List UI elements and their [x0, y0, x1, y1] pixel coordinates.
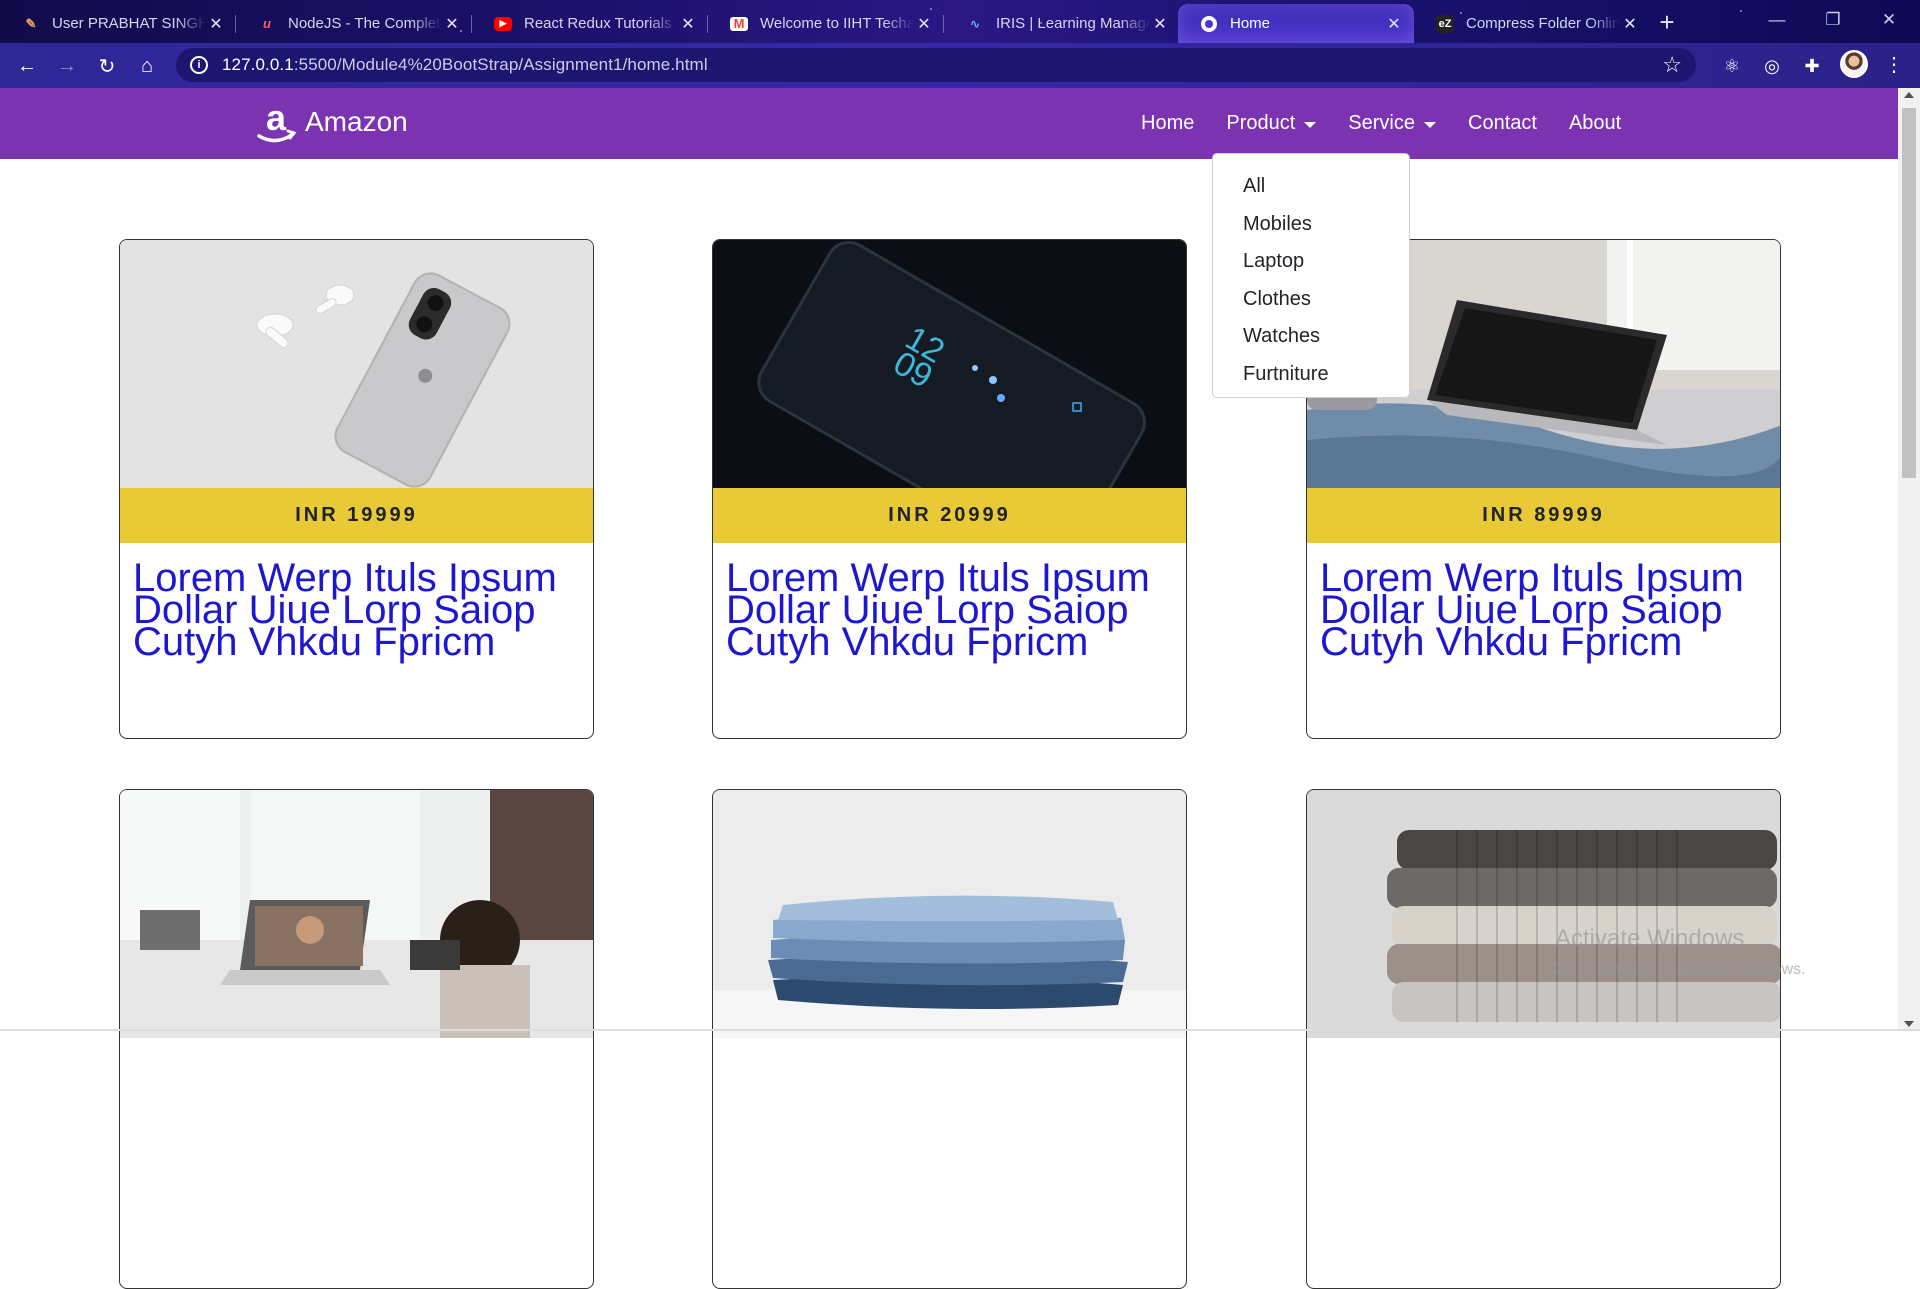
- tab-title: User PRABHAT SINGH: [52, 15, 206, 32]
- url-text: 127.0.0.1:5500/Module4%20BootStrap/Assig…: [222, 55, 708, 75]
- watermark-subtitle: Go to Settings to activate Windows.: [1553, 961, 1806, 978]
- gmail-icon: M: [730, 16, 748, 31]
- product-image-kid-laptop: [120, 790, 593, 1038]
- close-icon[interactable]: ✕: [678, 14, 698, 34]
- extension-target-icon[interactable]: ◎: [1760, 54, 1784, 78]
- back-button[interactable]: ←: [12, 51, 42, 81]
- youtube-icon: ▶: [494, 16, 512, 31]
- tab-title: IRIS | Learning Manage: [996, 15, 1150, 32]
- brand-name: Amazon: [305, 106, 408, 137]
- url-host: 127.0.0.1: [222, 55, 294, 74]
- profile-avatar[interactable]: [1840, 50, 1868, 78]
- svg-text:a: a: [266, 100, 287, 138]
- close-icon[interactable]: ✕: [1620, 14, 1640, 34]
- price-bar: INR 19999: [120, 488, 593, 543]
- nav-about-link[interactable]: About: [1569, 112, 1621, 135]
- dropdown-item-laptop[interactable]: Laptop: [1213, 243, 1409, 281]
- scroll-down-arrow-icon[interactable]: [1904, 1021, 1914, 1027]
- product-card[interactable]: [712, 789, 1187, 1289]
- browser-tab[interactable]: eZ Compress Folder Onlin ✕: [1414, 4, 1650, 43]
- ezyzip-icon: eZ: [1436, 14, 1454, 33]
- scroll-up-arrow-icon[interactable]: [1904, 92, 1914, 98]
- product-description[interactable]: Lorem Werp Ituls Ipsum Dollar Uiue Lorp …: [133, 558, 583, 662]
- nav-contact-link[interactable]: Contact: [1468, 112, 1537, 135]
- caret-down-icon: [1424, 121, 1436, 128]
- close-icon[interactable]: ✕: [914, 14, 934, 34]
- tab-title: Welcome to IIHT Techa: [760, 15, 914, 32]
- browser-tab[interactable]: ▶ React Redux Tutorials ✕: [472, 4, 708, 43]
- activate-windows-watermark: Activate Windows Go to Settings to activ…: [1553, 925, 1806, 979]
- extensions-puzzle-icon[interactable]: ✚: [1800, 54, 1824, 78]
- browser-tab-active[interactable]: Home ✕: [1178, 4, 1414, 43]
- tab-title: Compress Folder Onlin: [1466, 15, 1620, 32]
- nav-about-label: About: [1568, 112, 1622, 134]
- site-navbar: a Amazon Home Product Service Contact Ab…: [0, 88, 1898, 159]
- nav-service-label: Service: [1348, 112, 1415, 134]
- product-card[interactable]: 12 09 INR 20999 Lorem Werp Ituls Ipsum D…: [712, 239, 1187, 739]
- nav-home-link[interactable]: Home: [1141, 112, 1194, 135]
- url-path: :5500/Module4%20BootStrap/Assignment1/ho…: [293, 55, 708, 74]
- forward-button[interactable]: →: [52, 51, 82, 81]
- price-bar: INR 89999: [1307, 488, 1780, 543]
- product-card[interactable]: [1306, 789, 1781, 1289]
- nav-contact-label: Contact: [1468, 112, 1537, 134]
- browser-tab[interactable]: u NodeJS - The Complete ✕: [236, 4, 472, 43]
- watermark-title: Activate Windows: [1555, 925, 1745, 952]
- close-icon[interactable]: ✕: [442, 14, 462, 34]
- bookmark-star-icon[interactable]: ☆: [1662, 52, 1682, 78]
- scrollbar-thumb[interactable]: [1902, 108, 1916, 478]
- tab-title: React Redux Tutorials: [524, 15, 672, 32]
- site-info-icon[interactable]: i: [190, 56, 208, 74]
- browser-tab[interactable]: M Welcome to IIHT Techa ✕: [708, 4, 944, 43]
- product-description[interactable]: Lorem Werp Ituls Ipsum Dollar Uiue Lorp …: [726, 558, 1176, 662]
- product-card[interactable]: INR 19999 Lorem Werp Ituls Ipsum Dollar …: [119, 239, 594, 739]
- price-bar: INR 20999: [713, 488, 1186, 543]
- reload-button[interactable]: ↻: [92, 51, 122, 81]
- react-devtools-icon[interactable]: ⚛: [1720, 54, 1744, 78]
- vertical-scrollbar[interactable]: [1898, 88, 1920, 1031]
- dropdown-item-all[interactable]: All: [1213, 168, 1409, 206]
- minimize-button[interactable]: —: [1749, 0, 1805, 40]
- dropdown-item-watches[interactable]: Watches: [1213, 318, 1409, 356]
- close-icon[interactable]: ✕: [1150, 14, 1170, 34]
- nav-product-label: Product: [1226, 112, 1296, 134]
- iris-icon: ∿: [969, 16, 981, 31]
- home-icon[interactable]: ⌂: [132, 51, 162, 81]
- globe-icon: [1200, 15, 1218, 33]
- tab-title: Home: [1230, 15, 1271, 32]
- browser-tab[interactable]: ∿ IRIS | Learning Manage ✕: [944, 4, 1180, 43]
- browser-tab[interactable]: ✎ User PRABHAT SINGH ✕: [0, 4, 236, 43]
- dropdown-item-clothes[interactable]: Clothes: [1213, 281, 1409, 319]
- nav-links: Home Product Service Contact About: [1141, 112, 1653, 135]
- restore-button[interactable]: ❐: [1805, 0, 1861, 40]
- product-dropdown-menu: All Mobiles Laptop Clothes Watches Furtn…: [1212, 153, 1410, 398]
- user-icon: ✎: [25, 15, 37, 31]
- product-description[interactable]: Lorem Werp Ituls Ipsum Dollar Uiue Lorp …: [1320, 558, 1770, 662]
- close-icon[interactable]: ✕: [206, 14, 226, 34]
- new-tab-button[interactable]: +: [1652, 8, 1682, 38]
- brand[interactable]: a Amazon: [255, 100, 408, 144]
- url-input[interactable]: i 127.0.0.1:5500/Module4%20BootStrap/Ass…: [176, 48, 1696, 82]
- close-window-button[interactable]: ✕: [1861, 0, 1917, 40]
- dropdown-item-furniture[interactable]: Furtniture: [1213, 356, 1409, 394]
- menu-kebab-icon[interactable]: ⋮: [1884, 52, 1904, 77]
- browser-tab-bar: ✎ User PRABHAT SINGH ✕ u NodeJS - The Co…: [0, 0, 1920, 43]
- close-icon[interactable]: ✕: [1384, 14, 1404, 34]
- product-image-sweaters-stack: [1307, 790, 1780, 1038]
- product-image-phone-airpods: [120, 240, 593, 488]
- dropdown-item-mobiles[interactable]: Mobiles: [1213, 206, 1409, 244]
- udemy-icon: u: [263, 16, 271, 31]
- address-bar: ← → ↻ ⌂ i 127.0.0.1:5500/Module4%20BootS…: [0, 43, 1920, 88]
- nav-home-label: Home: [1141, 112, 1195, 134]
- nav-service-dropdown[interactable]: Service: [1348, 112, 1436, 135]
- tab-title: NodeJS - The Complete: [288, 15, 442, 32]
- product-image-dark-phone: 12 09: [713, 240, 1186, 488]
- nav-product-dropdown[interactable]: Product: [1226, 112, 1317, 135]
- caret-down-icon: [1304, 121, 1317, 128]
- product-image-jeans-stack: [713, 790, 1186, 1038]
- product-card[interactable]: [119, 789, 594, 1289]
- amazon-logo-icon: a: [257, 100, 297, 143]
